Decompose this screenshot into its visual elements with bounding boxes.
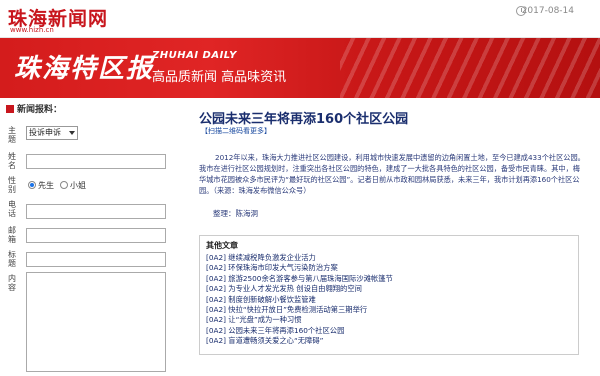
related-link[interactable]: [0A2] 盲道遭畅须关爱之心“无障碍” [206, 336, 572, 346]
email-label: 邮箱 [8, 226, 16, 244]
radio-checked-icon [28, 181, 36, 189]
related-title: 其他文章 [206, 241, 238, 250]
article-editor: 整理：陈海洞 [213, 209, 258, 218]
form-title-text: 新闻报料： [17, 105, 63, 115]
subject-label: 标题 [8, 250, 16, 268]
content-label: 内容 [8, 274, 16, 292]
related-link[interactable]: [0A2] 继续减税降负激发企业活力 [206, 253, 572, 263]
newspaper-logo: 珠海特区报 [14, 54, 155, 84]
report-icon [6, 105, 14, 113]
related-link[interactable]: [0A2] 让“光盘”成为一种习惯 [206, 315, 572, 325]
email-input[interactable] [26, 228, 166, 243]
form-title: 新闻报料： [6, 102, 62, 115]
related-link[interactable]: [0A2] 旅游2500余名游客参与第八届珠海国际沙滩帐篷节 [206, 274, 572, 284]
gender-label: 性别 [8, 176, 16, 194]
related-articles: 其他文章 [0A2] 继续减税降负激发企业活力 [0A2] 环保珠海市印发大气污… [199, 235, 579, 355]
banner-decoration [340, 38, 600, 98]
topic-label: 主题 [8, 126, 16, 144]
phone-input[interactable] [26, 204, 166, 219]
radio-unchecked-icon [60, 181, 68, 189]
top-bar: 珠海新闻网 www.hizh.cn 2017-08-14 [0, 0, 600, 38]
chevron-down-icon [69, 131, 75, 135]
name-label: 姓名 [8, 152, 16, 170]
site-url: www.hizh.cn [10, 26, 54, 34]
related-list: [0A2] 继续减税降负激发企业活力 [0A2] 环保珠海市印发大气污染防治方案… [206, 253, 572, 347]
article-title: 公园未来三年将再添160个社区公园 [199, 112, 409, 127]
related-link[interactable]: [0A2] 制度创新破解小餐饮监管难 [206, 295, 572, 305]
gender-male-label: 先生 [38, 181, 54, 190]
article-body: 2012年以来，珠海大力推进社区公园建设，利用城市快速发展中遗留的边角闲置土地，… [199, 153, 585, 195]
related-link[interactable]: [0A2] 为专业人才发光发热 创设自由翱翔的空间 [206, 284, 572, 294]
gender-radio-male[interactable]: 先生 [28, 180, 54, 191]
phone-label: 电话 [8, 200, 16, 218]
name-input[interactable] [26, 154, 166, 169]
topic-select-value: 投诉申诉 [29, 128, 61, 137]
masthead-banner: 珠海特区报 ZHUHAI DAILY 高品质新闻 高品味资讯 [0, 38, 600, 98]
newspaper-english-name: ZHUHAI DAILY [152, 50, 237, 61]
subject-input[interactable] [26, 252, 166, 267]
news-tip-form: 新闻报料： 主题 投诉申诉 姓名 性别 先生 小姐 电话 邮箱 标题 内容 [4, 100, 188, 376]
gender-female-label: 小姐 [70, 181, 86, 190]
related-link[interactable]: [0A2] 公园未来三年将再添160个社区公园 [206, 326, 572, 336]
banner-slogan: 高品质新闻 高品味资讯 [152, 70, 287, 85]
article-area: 公园未来三年将再添160个社区公园 【扫描二维码看更多】 2012年以来，珠海大… [195, 100, 595, 376]
qr-code-link[interactable]: 【扫描二维码看更多】 [201, 126, 271, 136]
date-label: 2017-08-14 [521, 6, 574, 16]
gender-radio-female[interactable]: 小姐 [60, 180, 86, 191]
topic-select[interactable]: 投诉申诉 [26, 126, 78, 140]
content-textarea[interactable] [26, 272, 166, 372]
related-link[interactable]: [0A2] 环保珠海市印发大气污染防治方案 [206, 263, 572, 273]
related-link[interactable]: [0A2] 快拉“快拉开放日”免费检测活动第三期举行 [206, 305, 572, 315]
